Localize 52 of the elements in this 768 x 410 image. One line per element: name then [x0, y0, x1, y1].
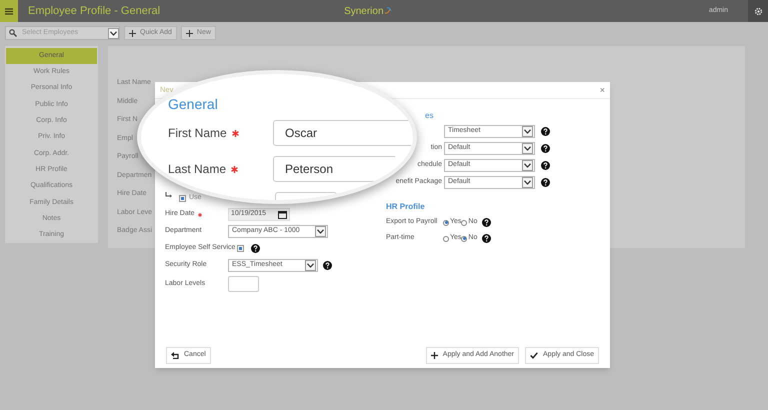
dropdown-button[interactable]	[305, 260, 316, 271]
chevron-down-icon	[307, 263, 314, 268]
return-arrow-icon	[165, 192, 173, 198]
calendar-icon[interactable]	[278, 210, 287, 218]
section-title: HR Profile	[386, 201, 426, 213]
settings-button[interactable]	[748, 0, 768, 22]
chevron-down-icon	[524, 146, 531, 151]
menu-button[interactable]	[0, 0, 18, 22]
chevron-down-icon	[317, 229, 324, 234]
radio-button[interactable]	[443, 236, 449, 242]
search-icon	[9, 29, 17, 37]
plus-icon	[129, 30, 136, 36]
input-field[interactable]	[228, 276, 259, 292]
plus-icon	[186, 30, 193, 36]
chevron-down-icon	[524, 180, 531, 185]
help-icon[interactable]	[541, 144, 550, 153]
radio-button[interactable]	[443, 220, 449, 226]
undo-icon	[171, 352, 179, 359]
field-label: Last Name	[168, 161, 226, 178]
section-title: es	[425, 110, 434, 122]
chevron-down-icon	[524, 129, 531, 134]
help-icon[interactable]	[541, 161, 550, 170]
help-icon[interactable]	[482, 218, 492, 227]
logo: Synerion	[344, 4, 384, 18]
dropdown-button[interactable]	[108, 28, 119, 38]
field-label: First Name	[168, 125, 227, 142]
radio-button[interactable]	[461, 220, 468, 226]
help-icon[interactable]	[251, 244, 260, 253]
checkbox[interactable]	[237, 245, 244, 252]
checkbox[interactable]	[179, 194, 186, 202]
dropdown-button[interactable]	[522, 160, 533, 171]
dropdown-button[interactable]	[522, 177, 533, 188]
page-title: Employee Profile - General	[28, 4, 160, 19]
help-icon[interactable]	[541, 178, 550, 187]
dropdown-button[interactable]	[522, 143, 533, 154]
plus-icon	[430, 352, 438, 359]
check-icon	[530, 352, 538, 359]
section-title: General	[168, 95, 219, 113]
help-icon[interactable]	[323, 261, 332, 270]
input-field[interactable]: Peterson	[273, 156, 395, 182]
chevron-down-icon	[110, 30, 117, 36]
settings-icon	[754, 6, 762, 16]
input-field[interactable]: Oscar	[273, 120, 411, 146]
help-icon[interactable]	[482, 234, 492, 243]
swirl-icon	[384, 7, 392, 15]
close-button[interactable]: ×	[600, 86, 605, 94]
dropdown-button[interactable]	[315, 226, 326, 237]
chevron-down-icon	[524, 163, 531, 168]
menu-icon	[5, 8, 13, 14]
radio-button[interactable]	[461, 236, 468, 242]
help-icon[interactable]	[541, 127, 550, 136]
dropdown-button[interactable]	[522, 126, 533, 137]
